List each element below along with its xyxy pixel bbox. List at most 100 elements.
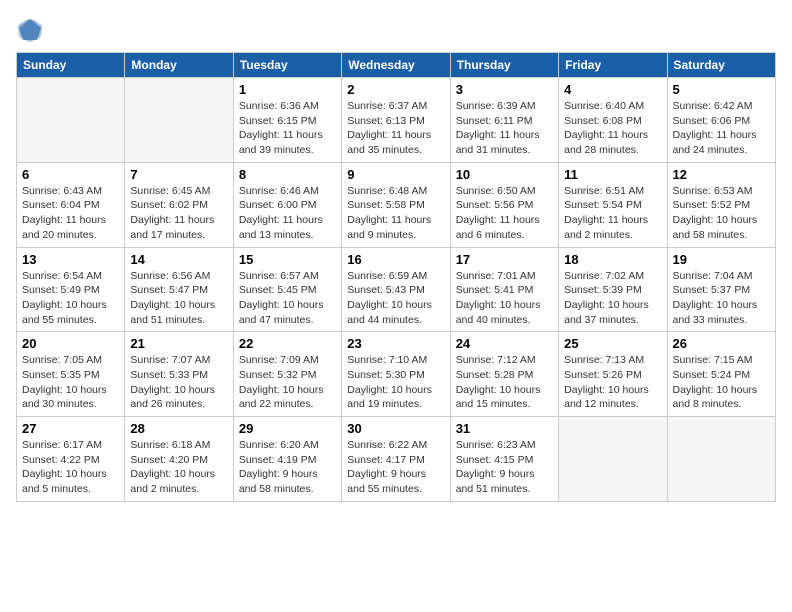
calendar-cell: 26 Sunrise: 7:15 AMSunset: 5:24 PMDayligh… — [667, 332, 775, 417]
calendar-week-row: 1 Sunrise: 6:36 AMSunset: 6:15 PMDaylight… — [17, 78, 776, 163]
day-info: Sunrise: 7:10 AMSunset: 5:30 PMDaylight:… — [347, 353, 444, 412]
day-info: Sunrise: 6:59 AMSunset: 5:43 PMDaylight:… — [347, 269, 444, 328]
logo-icon — [16, 16, 44, 44]
calendar-week-row: 20Sunrise: 7:05 AMSunset: 5:35 PMDayligh… — [17, 332, 776, 417]
calendar-cell: 5 Sunrise: 6:42 AMSunset: 6:06 PMDaylight… — [667, 78, 775, 163]
calendar-week-row: 27 Sunrise: 6:17 AMSunset: 4:22 PMDayligh… — [17, 417, 776, 502]
day-info: Sunrise: 6:56 AMSunset: 5:47 PMDaylight:… — [130, 269, 227, 328]
column-header-sunday: Sunday — [17, 53, 125, 78]
day-number: 28 — [130, 421, 227, 436]
calendar-cell: 3 Sunrise: 6:39 AMSunset: 6:11 PMDaylight… — [450, 78, 558, 163]
calendar-header-row: SundayMondayTuesdayWednesdayThursdayFrid… — [17, 53, 776, 78]
day-number: 6 — [22, 167, 119, 182]
day-info: Sunrise: 6:46 AMSunset: 6:00 PMDaylight:… — [239, 184, 336, 243]
day-info: Sunrise: 6:42 AMSunset: 6:06 PMDaylight:… — [673, 99, 770, 158]
day-number: 18 — [564, 252, 661, 267]
calendar-cell: 14 Sunrise: 6:56 AMSunset: 5:47 PMDayligh… — [125, 247, 233, 332]
calendar-cell: 13 Sunrise: 6:54 AMSunset: 5:49 PMDayligh… — [17, 247, 125, 332]
column-header-monday: Monday — [125, 53, 233, 78]
day-number: 17 — [456, 252, 553, 267]
calendar-cell: 24 Sunrise: 7:12 AMSunset: 5:28 PMDayligh… — [450, 332, 558, 417]
calendar-cell — [667, 417, 775, 502]
calendar-cell: 16 Sunrise: 6:59 AMSunset: 5:43 PMDayligh… — [342, 247, 450, 332]
day-number: 15 — [239, 252, 336, 267]
column-header-friday: Friday — [559, 53, 667, 78]
day-info: Sunrise: 6:57 AMSunset: 5:45 PMDaylight:… — [239, 269, 336, 328]
day-number: 11 — [564, 167, 661, 182]
calendar-cell: 27 Sunrise: 6:17 AMSunset: 4:22 PMDayligh… — [17, 417, 125, 502]
calendar-cell: 7 Sunrise: 6:45 AMSunset: 6:02 PMDaylight… — [125, 162, 233, 247]
day-info: Sunrise: 7:02 AMSunset: 5:39 PMDaylight:… — [564, 269, 661, 328]
calendar-cell: 22 Sunrise: 7:09 AMSunset: 5:32 PMDayligh… — [233, 332, 341, 417]
day-number: 22 — [239, 336, 336, 351]
day-number: 24 — [456, 336, 553, 351]
logo — [16, 16, 48, 44]
calendar-cell: 4 Sunrise: 6:40 AMSunset: 6:08 PMDaylight… — [559, 78, 667, 163]
calendar-cell: 9 Sunrise: 6:48 AMSunset: 5:58 PMDaylight… — [342, 162, 450, 247]
calendar-cell: 31Sunrise: 6:23 AMSunset: 4:15 PMDayligh… — [450, 417, 558, 502]
day-info: Sunrise: 6:37 AMSunset: 6:13 PMDaylight:… — [347, 99, 444, 158]
calendar-cell: 11 Sunrise: 6:51 AMSunset: 5:54 PMDayligh… — [559, 162, 667, 247]
calendar-cell: 30 Sunrise: 6:22 AMSunset: 4:17 PMDayligh… — [342, 417, 450, 502]
day-number: 4 — [564, 82, 661, 97]
day-info: Sunrise: 6:48 AMSunset: 5:58 PMDaylight:… — [347, 184, 444, 243]
day-number: 3 — [456, 82, 553, 97]
calendar-cell: 28 Sunrise: 6:18 AMSunset: 4:20 PMDayligh… — [125, 417, 233, 502]
day-info: Sunrise: 7:01 AMSunset: 5:41 PMDaylight:… — [456, 269, 553, 328]
day-info: Sunrise: 6:50 AMSunset: 5:56 PMDaylight:… — [456, 184, 553, 243]
calendar-table: SundayMondayTuesdayWednesdayThursdayFrid… — [16, 52, 776, 502]
calendar-cell: 25Sunrise: 7:13 AMSunset: 5:26 PMDayligh… — [559, 332, 667, 417]
day-info: Sunrise: 6:43 AMSunset: 6:04 PMDaylight:… — [22, 184, 119, 243]
calendar-week-row: 13 Sunrise: 6:54 AMSunset: 5:49 PMDayligh… — [17, 247, 776, 332]
calendar-cell: 21Sunrise: 7:07 AMSunset: 5:33 PMDayligh… — [125, 332, 233, 417]
day-info: Sunrise: 6:36 AMSunset: 6:15 PMDaylight:… — [239, 99, 336, 158]
day-number: 30 — [347, 421, 444, 436]
calendar-cell — [17, 78, 125, 163]
day-number: 31 — [456, 421, 553, 436]
day-info: Sunrise: 7:09 AMSunset: 5:32 PMDaylight:… — [239, 353, 336, 412]
day-number: 8 — [239, 167, 336, 182]
day-number: 27 — [22, 421, 119, 436]
day-number: 26 — [673, 336, 770, 351]
page-header — [16, 16, 776, 44]
day-number: 2 — [347, 82, 444, 97]
day-number: 5 — [673, 82, 770, 97]
column-header-saturday: Saturday — [667, 53, 775, 78]
day-number: 20 — [22, 336, 119, 351]
day-info: Sunrise: 6:40 AMSunset: 6:08 PMDaylight:… — [564, 99, 661, 158]
column-header-thursday: Thursday — [450, 53, 558, 78]
calendar-cell: 12Sunrise: 6:53 AMSunset: 5:52 PMDayligh… — [667, 162, 775, 247]
day-number: 7 — [130, 167, 227, 182]
day-number: 23 — [347, 336, 444, 351]
day-number: 16 — [347, 252, 444, 267]
calendar-cell: 18 Sunrise: 7:02 AMSunset: 5:39 PMDayligh… — [559, 247, 667, 332]
day-info: Sunrise: 7:04 AMSunset: 5:37 PMDaylight:… — [673, 269, 770, 328]
day-number: 19 — [673, 252, 770, 267]
day-info: Sunrise: 6:22 AMSunset: 4:17 PMDaylight:… — [347, 438, 444, 497]
day-info: Sunrise: 6:18 AMSunset: 4:20 PMDaylight:… — [130, 438, 227, 497]
day-number: 29 — [239, 421, 336, 436]
calendar-cell: 2 Sunrise: 6:37 AMSunset: 6:13 PMDaylight… — [342, 78, 450, 163]
day-info: Sunrise: 6:45 AMSunset: 6:02 PMDaylight:… — [130, 184, 227, 243]
calendar-body: 1 Sunrise: 6:36 AMSunset: 6:15 PMDaylight… — [17, 78, 776, 502]
day-info: Sunrise: 6:20 AMSunset: 4:19 PMDaylight:… — [239, 438, 336, 497]
day-number: 14 — [130, 252, 227, 267]
day-info: Sunrise: 7:15 AMSunset: 5:24 PMDaylight:… — [673, 353, 770, 412]
day-number: 12 — [673, 167, 770, 182]
day-info: Sunrise: 7:12 AMSunset: 5:28 PMDaylight:… — [456, 353, 553, 412]
day-number: 25 — [564, 336, 661, 351]
day-info: Sunrise: 6:17 AMSunset: 4:22 PMDaylight:… — [22, 438, 119, 497]
calendar-cell: 29 Sunrise: 6:20 AMSunset: 4:19 PMDayligh… — [233, 417, 341, 502]
day-number: 1 — [239, 82, 336, 97]
calendar-week-row: 6 Sunrise: 6:43 AMSunset: 6:04 PMDaylight… — [17, 162, 776, 247]
calendar-cell: 8 Sunrise: 6:46 AMSunset: 6:00 PMDaylight… — [233, 162, 341, 247]
day-info: Sunrise: 6:39 AMSunset: 6:11 PMDaylight:… — [456, 99, 553, 158]
day-number: 10 — [456, 167, 553, 182]
day-number: 9 — [347, 167, 444, 182]
calendar-cell: 1 Sunrise: 6:36 AMSunset: 6:15 PMDaylight… — [233, 78, 341, 163]
day-number: 13 — [22, 252, 119, 267]
calendar-cell — [125, 78, 233, 163]
calendar-cell: 23 Sunrise: 7:10 AMSunset: 5:30 PMDayligh… — [342, 332, 450, 417]
day-info: Sunrise: 6:54 AMSunset: 5:49 PMDaylight:… — [22, 269, 119, 328]
day-info: Sunrise: 6:51 AMSunset: 5:54 PMDaylight:… — [564, 184, 661, 243]
